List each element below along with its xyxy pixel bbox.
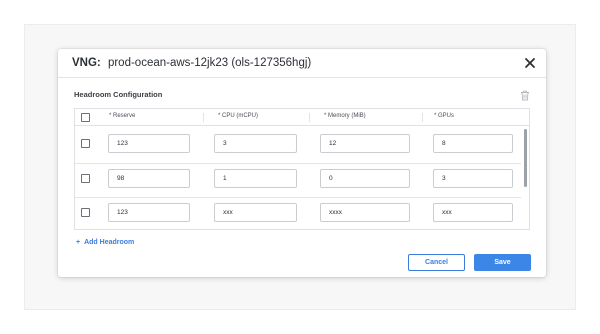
add-headroom-button[interactable]: + Add Headroom: [76, 239, 134, 246]
row-checkbox[interactable]: [81, 139, 90, 148]
column-header-cpu: * CPU (mCPU): [218, 113, 258, 119]
table-row: 123 xxx xxxx xxx: [75, 197, 523, 229]
column-header-reserve: * Reserve: [109, 113, 136, 119]
cpu-input[interactable]: 3: [214, 134, 297, 153]
memory-input[interactable]: 12: [320, 134, 410, 153]
memory-input[interactable]: 0: [320, 169, 410, 188]
memory-input[interactable]: xxxx: [320, 203, 410, 222]
row-checkbox[interactable]: [81, 174, 90, 183]
column-header-memory: * Memory (MiB): [324, 113, 366, 119]
save-button[interactable]: Save: [474, 254, 531, 271]
table-row: 123 3 12 8: [75, 127, 523, 161]
modal-header: VNG: prod-ocean-aws-12jk23 (ols-127356hg…: [58, 49, 546, 78]
column-separator: [422, 113, 423, 122]
cpu-input[interactable]: 1: [214, 169, 297, 188]
gpus-input[interactable]: 8: [433, 134, 513, 153]
cancel-button[interactable]: Cancel: [408, 254, 465, 271]
add-headroom-label: Add Headroom: [84, 239, 135, 246]
headroom-table: * Reserve * CPU (mCPU) * Memory (MiB) * …: [74, 108, 530, 230]
modal-title-prefix: VNG:: [72, 57, 101, 69]
scrollbar-thumb[interactable]: [524, 129, 527, 187]
gpus-input[interactable]: xxx: [433, 203, 513, 222]
modal-title: VNG: prod-ocean-aws-12jk23 (ols-127356hg…: [72, 57, 311, 69]
table-header: * Reserve * CPU (mCPU) * Memory (MiB) * …: [75, 109, 529, 126]
vng-modal: VNG: prod-ocean-aws-12jk23 (ols-127356hg…: [58, 49, 546, 277]
section-title: Headroom Configuration: [74, 90, 163, 99]
select-all-checkbox[interactable]: [81, 113, 90, 122]
reserve-input[interactable]: 123: [108, 203, 190, 222]
gpus-input[interactable]: 3: [433, 169, 513, 188]
reserve-input[interactable]: 123: [108, 134, 190, 153]
close-icon[interactable]: [523, 56, 537, 70]
table-row: 98 1 0 3: [75, 163, 523, 197]
column-separator: [203, 113, 204, 122]
cpu-input[interactable]: xxx: [214, 203, 297, 222]
reserve-input[interactable]: 98: [108, 169, 190, 188]
row-checkbox[interactable]: [81, 208, 90, 217]
trash-icon[interactable]: [520, 90, 530, 101]
column-separator: [309, 113, 310, 122]
modal-title-name: prod-ocean-aws-12jk23 (ols-127356hgj): [107, 57, 312, 69]
plus-icon: +: [76, 239, 81, 246]
column-header-gpus: * GPUs: [434, 113, 455, 119]
